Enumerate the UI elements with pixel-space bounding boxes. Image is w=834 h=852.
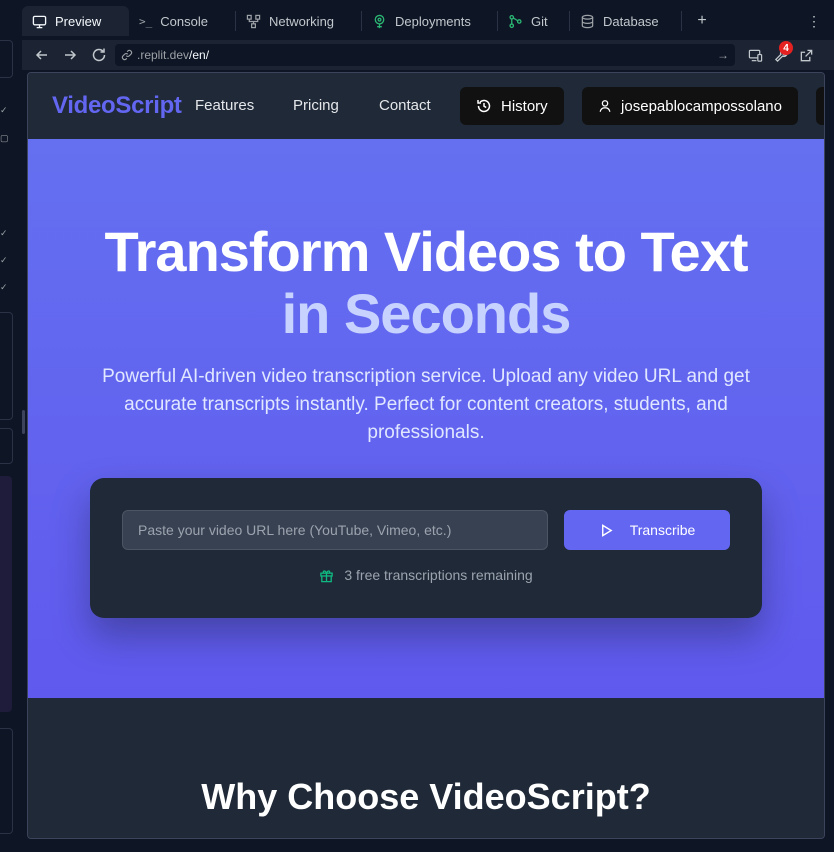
external-link-icon [800,49,812,61]
hero-subtitle: Powerful AI-driven video transcription s… [102,366,750,443]
terminal-icon: >_ [139,14,153,28]
notification-badge: 4 [779,41,793,55]
rail-panel [0,728,13,834]
gift-icon [320,569,334,582]
nav-link-pricing[interactable]: Pricing [293,97,339,114]
transcribe-button[interactable]: Transcribe [564,510,730,550]
site-logo[interactable]: VideoScript [52,92,182,120]
site-navbar: VideoScript Features Pricing Contact His… [28,73,824,139]
rail-highlight-panel [0,476,12,712]
history-icon [477,99,491,113]
remaining-text: 3 free transcriptions remaining [344,567,533,583]
tab-label: Console [160,13,208,29]
remaining-count: 3 free transcriptions remaining [90,567,762,583]
history-label: History [501,97,548,115]
history-button[interactable]: History [460,87,564,125]
tab-label: Git [531,13,548,29]
nav-overflow-button[interactable] [816,87,824,125]
hero-title-accent: in Seconds [281,282,572,345]
website-preview: VideoScript Features Pricing Contact His… [27,72,825,839]
deploy-icon [374,14,385,28]
git-icon [509,14,522,28]
user-account-button[interactable]: josepablocampossolano [582,87,798,125]
user-icon [599,100,611,112]
device-toggle-button[interactable] [745,45,765,65]
check-icon: ✓ [0,228,8,238]
tab-console[interactable]: >_ Console [129,6,236,36]
url-go-button[interactable]: → [717,48,729,62]
tab-label: Deployments [395,13,471,29]
back-button[interactable] [32,45,52,65]
link-icon [121,49,133,61]
nav-link-features[interactable]: Features [195,97,254,114]
rail-panel [0,428,13,464]
tab-label: Database [603,13,659,29]
username-label: josepablocampossolano [621,97,782,115]
network-icon [246,14,261,28]
hero-section: Transform Videos to Text in Seconds Powe… [28,139,824,698]
tab-networking[interactable]: Networking [236,6,362,36]
why-title: Why Choose VideoScript? [201,776,651,817]
preview-address-bar: .replit.dev /en/ → [22,40,834,70]
check-icon: ✓ [0,282,8,292]
forward-button[interactable] [60,45,80,65]
arrow-right-icon [65,50,77,60]
nav-link-contact[interactable]: Contact [379,97,431,114]
tab-preview[interactable]: Preview [22,6,129,36]
add-tab-button[interactable]: + [692,6,712,36]
transcribe-card: Paste your video URL here (YouTube, Vime… [90,478,762,618]
reload-button[interactable] [89,45,109,65]
database-icon [581,14,594,28]
workspace-tab-bar: Preview >_ Console Networking Deployment… [22,0,834,41]
url-field[interactable]: .replit.dev /en/ → [115,44,735,66]
url-path: /en/ [189,48,210,62]
resize-handle[interactable] [22,410,25,434]
check-icon: ✓ [0,105,8,115]
tab-deployments[interactable]: Deployments [362,6,498,36]
video-url-input[interactable]: Paste your video URL here (YouTube, Vime… [122,510,548,550]
play-icon [601,523,613,537]
tab-label: Networking [269,13,335,29]
refresh-icon [92,48,106,62]
why-section: Why Choose VideoScript? [28,698,824,838]
rail-panel [0,312,13,420]
check-icon: ✓ [0,255,8,265]
more-options-button[interactable]: ⋮ [807,6,821,36]
tab-git[interactable]: Git [498,6,570,36]
tab-label: Preview [55,13,102,29]
url-host: .replit.dev [137,48,190,62]
ide-left-rail: ✓ ▢ ✓ ✓ ✓ [0,0,25,852]
transcribe-label: Transcribe [629,522,696,538]
tab-database[interactable]: Database [570,6,682,36]
square-icon: ▢ [0,133,9,143]
open-new-tab-button[interactable] [796,45,816,65]
rail-panel [0,40,13,78]
devices-icon [748,49,762,62]
monitor-icon [32,15,47,28]
arrow-left-icon [35,50,47,60]
hero-title: Transform Videos to Text [104,220,749,283]
